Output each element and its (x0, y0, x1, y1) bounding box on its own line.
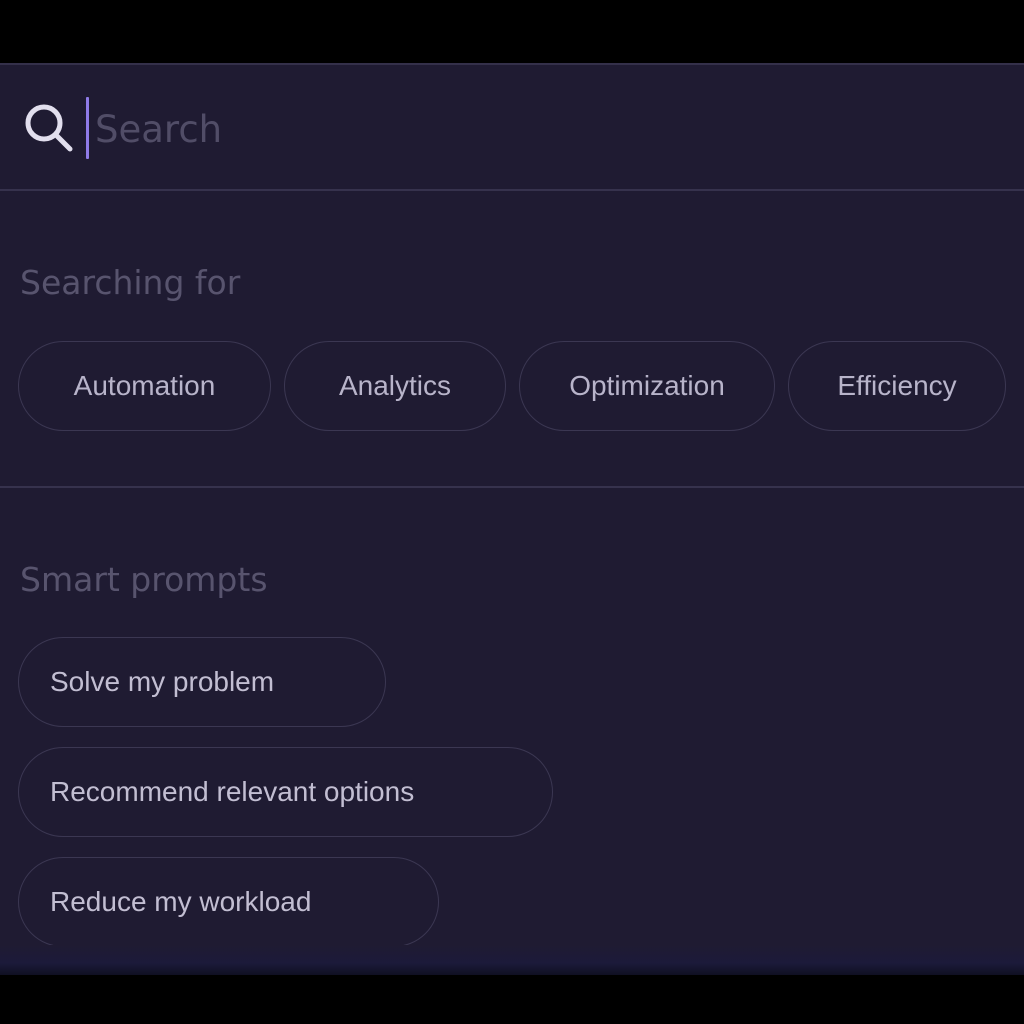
section-divider (0, 486, 1024, 488)
prompt-reduce-my-workload[interactable]: Reduce my workload (18, 857, 439, 945)
smart-prompts-heading: Smart prompts (20, 560, 268, 599)
search-bar (0, 65, 1024, 191)
text-caret (86, 97, 89, 159)
panel-bottom-edge (0, 945, 1024, 975)
search-panel: Searching for Automation Analytics Optim… (0, 63, 1024, 945)
searching-for-heading: Searching for (20, 263, 241, 302)
prompt-recommend-relevant-options[interactable]: Recommend relevant options (18, 747, 553, 837)
chip-automation[interactable]: Automation (18, 341, 271, 431)
searching-for-chips: Automation Analytics Optimization Effici… (18, 341, 1006, 431)
chip-efficiency[interactable]: Efficiency (788, 341, 1006, 431)
search-input[interactable] (95, 103, 995, 155)
search-icon (25, 104, 73, 152)
prompt-solve-my-problem[interactable]: Solve my problem (18, 637, 386, 727)
chip-analytics[interactable]: Analytics (284, 341, 506, 431)
chip-optimization[interactable]: Optimization (519, 341, 775, 431)
